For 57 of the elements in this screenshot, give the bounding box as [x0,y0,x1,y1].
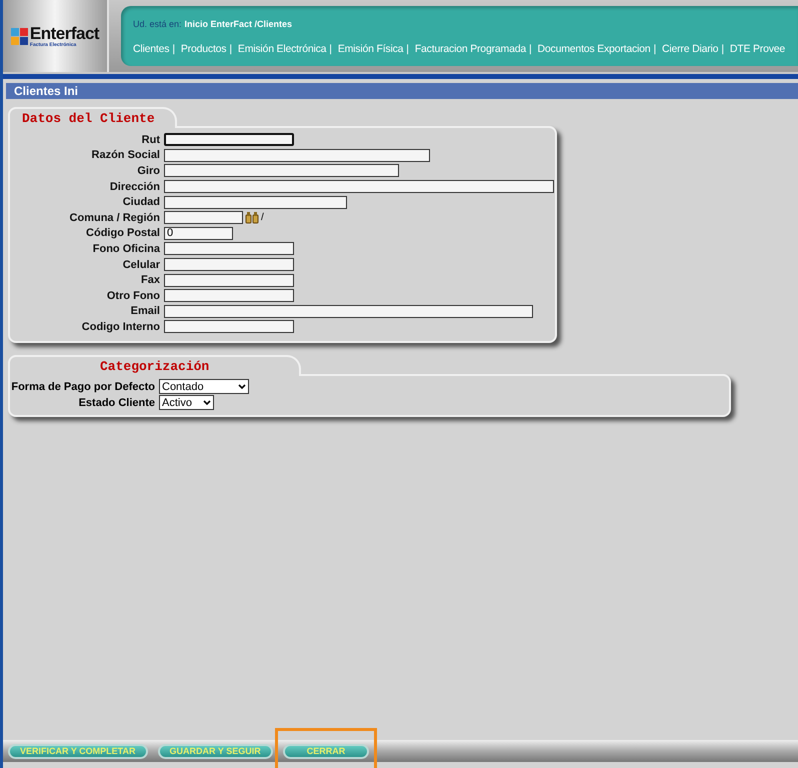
nav-link[interactable]: Emisión Física [338,43,404,55]
field-label: Fono Oficina [92,242,161,255]
field-label: Dirección [108,180,161,193]
nav-link[interactable]: Clientes [133,43,170,55]
input-field[interactable] [164,274,294,287]
nav-separator: | [652,43,657,55]
field-label: Celular [122,258,161,271]
breadcrumb-label: Ud. está en: [133,19,182,29]
nav-link[interactable]: Productos [180,43,226,55]
field-label: Estado Cliente [78,396,156,409]
nav-separator: | [405,43,410,55]
nav-separator: | [328,43,333,55]
input-field[interactable] [164,133,294,146]
binoculars-icon[interactable] [245,212,259,224]
nav-separator: | [171,43,176,55]
action-button[interactable]: GUARDAR Y SEGUIR [158,744,273,758]
breadcrumb-link[interactable]: Inicio EnterFact /Clientes [184,19,292,29]
input-field[interactable] [164,258,294,272]
nav-separator: | [528,43,533,55]
nav-link[interactable]: Documentos Exportacion [538,43,650,55]
input-field[interactable]: 0 [164,226,233,240]
nav-link[interactable]: Cierre Diario [662,43,718,55]
field-label: Otro Fono [106,290,161,302]
field-label: Fax [140,274,161,286]
dropdown[interactable]: Activo [159,395,214,410]
logo-icon [10,28,28,44]
action-button[interactable]: VERIFICAR Y COMPLETAR [8,744,148,758]
separator-text: / [261,212,264,224]
input-field[interactable] [164,164,399,178]
input-field[interactable] [164,148,430,162]
field-label: Rut [140,134,161,146]
caret-icon [238,384,246,390]
input-field[interactable] [164,304,533,318]
action-button[interactable]: CERRAR [282,744,370,758]
input-field[interactable] [164,211,243,224]
nav-link[interactable]: Emisión Electrónica [238,43,326,55]
field-label: Código Postal [85,227,161,240]
input-field[interactable] [164,196,347,209]
field-label: Codigo Interno [80,320,161,333]
field-label: Razón Social [90,149,161,162]
nav-separator: | [228,43,233,55]
nav-link[interactable]: DTE Provee [730,43,786,55]
field-label: Ciudad [122,196,161,208]
page-title: Clientes Ini [6,83,798,99]
dropdown[interactable]: Contado [159,379,249,394]
input-field[interactable] [164,242,294,256]
field-label: Email [130,305,161,318]
input-field[interactable] [164,180,554,194]
nav-link[interactable]: Facturacion Programada [414,43,526,55]
input-field[interactable] [164,320,294,334]
logo-name: Enterfact [30,24,100,42]
field-label: Giro [136,164,161,177]
nav-separator: | [720,43,725,55]
field-label: Comuna / Región [68,212,161,224]
field-label: Forma de Pago por Defecto [10,380,156,393]
caret-icon [203,400,211,406]
input-field[interactable] [164,289,294,302]
